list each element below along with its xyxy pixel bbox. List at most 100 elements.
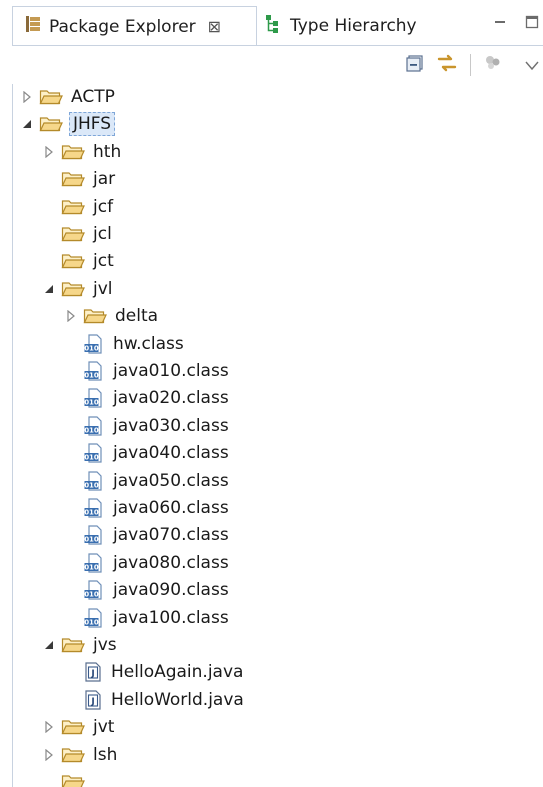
chevron-down-icon[interactable] xyxy=(19,116,35,132)
tree-node-label: jvt xyxy=(93,717,115,738)
tree-file-node[interactable]: 010 java040.class xyxy=(63,440,231,466)
tree-file-node[interactable]: 010 java060.class xyxy=(63,495,231,521)
chevron-down-icon[interactable] xyxy=(41,281,57,297)
project-tree: ACTP JHFS hth jar jcf jcl jct jvl delta 010 hw.cla… xyxy=(12,84,543,787)
tree-node-label: java010.class xyxy=(113,361,229,381)
chevron-right-icon[interactable] xyxy=(19,89,35,105)
folder-open-icon xyxy=(61,636,85,654)
svg-text:010: 010 xyxy=(84,618,99,626)
chevron-down-icon[interactable] xyxy=(41,637,57,653)
class-file-icon: 010 xyxy=(83,333,105,355)
tree-node-label: JHFS xyxy=(69,112,116,137)
tree-folder-node[interactable]: jvt xyxy=(41,714,116,740)
tree-folder-node[interactable]: lsh xyxy=(41,742,119,768)
tree-folder-node[interactable]: jvl xyxy=(41,276,115,302)
collapse-all-icon[interactable] xyxy=(406,54,424,76)
chevron-right-icon[interactable] xyxy=(41,747,57,763)
minimize-icon[interactable] xyxy=(493,14,507,33)
tree-node-label: java040.class xyxy=(113,443,229,464)
svg-text:010: 010 xyxy=(84,481,99,489)
package-explorer-view: Package Explorer ⊠ Type Hierarchy ACTP J… xyxy=(0,0,543,787)
tree-node-label: java050.class xyxy=(113,470,229,491)
link-with-editor-icon[interactable] xyxy=(436,53,458,77)
svg-text:010: 010 xyxy=(84,536,99,544)
tree-file-node[interactable]: 010 java070.class xyxy=(63,522,231,548)
tree-node-label: jvs xyxy=(93,635,117,655)
tree-folder-node[interactable]: ACTP xyxy=(19,84,117,110)
svg-text:010: 010 xyxy=(84,426,99,434)
svg-text:010: 010 xyxy=(84,563,99,571)
tree-file-node[interactable]: 010 java050.class xyxy=(63,468,231,494)
tree-file-node[interactable]: J HelloWorld.java xyxy=(63,687,246,713)
view-menu-icon[interactable] xyxy=(525,56,539,75)
class-file-icon: 010 xyxy=(83,579,105,601)
tab-underline xyxy=(12,45,543,46)
tree-node-label: jcl xyxy=(93,224,112,244)
window-buttons xyxy=(493,14,539,33)
tab-label: Type Hierarchy xyxy=(290,16,417,36)
folder-open-icon xyxy=(61,143,85,161)
svg-text:010: 010 xyxy=(84,399,99,407)
view-tab-bar: Package Explorer ⊠ Type Hierarchy xyxy=(0,0,543,46)
chevron-right-icon[interactable] xyxy=(41,719,57,735)
toolbar-separator xyxy=(470,54,471,76)
tree-folder-node[interactable]: jvs xyxy=(41,632,119,658)
tree-node-label: java020.class xyxy=(113,388,229,409)
svg-text:010: 010 xyxy=(84,591,99,599)
folder-open-icon xyxy=(61,252,85,270)
tree-folder-node-partial xyxy=(41,769,91,787)
tab-type-hierarchy[interactable]: Type Hierarchy xyxy=(258,6,448,46)
tree-file-node[interactable]: 010 java090.class xyxy=(63,577,231,603)
svg-text:010: 010 xyxy=(84,344,99,352)
class-file-icon: 010 xyxy=(83,552,105,574)
tree-node-label: jvl xyxy=(93,278,113,299)
tree-folder-node[interactable]: jcl xyxy=(41,221,114,247)
view-toolbar xyxy=(406,50,539,80)
tab-package-explorer[interactable]: Package Explorer ⊠ xyxy=(12,6,257,46)
tree-folder-node[interactable]: jar xyxy=(41,166,117,192)
chevron-right-icon[interactable] xyxy=(41,144,57,160)
tree-file-node[interactable]: J HelloAgain.java xyxy=(63,659,245,685)
tree-file-node[interactable]: 010 java010.class xyxy=(63,358,231,384)
class-file-icon: 010 xyxy=(83,470,105,492)
tree-file-node[interactable]: 010 java030.class xyxy=(63,413,231,439)
tree-node-label: hw.class xyxy=(113,333,184,354)
class-file-icon: 010 xyxy=(83,442,105,464)
folder-open-icon xyxy=(39,88,63,106)
svg-text:J: J xyxy=(90,669,94,679)
tree-folder-node[interactable]: JHFS xyxy=(19,111,116,137)
folder-open-icon xyxy=(61,746,85,764)
tree-node-label: jct xyxy=(93,251,114,272)
svg-text:010: 010 xyxy=(84,509,99,517)
svg-text:010: 010 xyxy=(84,372,99,380)
tree-file-node[interactable]: 010 java080.class xyxy=(63,550,231,576)
tree-node-label: HelloWorld.java xyxy=(111,689,244,710)
chevron-right-icon[interactable] xyxy=(63,308,79,324)
class-file-icon: 010 xyxy=(83,360,105,382)
tree-folder-node[interactable]: jcf xyxy=(41,194,115,220)
tab-label: Package Explorer xyxy=(49,16,196,37)
tree-file-node[interactable]: 010 hw.class xyxy=(63,331,186,357)
tree-node-label: jar xyxy=(93,169,116,190)
tree-file-node[interactable]: 010 java100.class xyxy=(63,605,231,631)
class-file-icon: 010 xyxy=(83,497,105,519)
svg-text:J: J xyxy=(90,697,94,707)
tree-node-label: java060.class xyxy=(113,498,229,518)
tree-file-node[interactable]: 010 java020.class xyxy=(63,385,231,411)
tree-node-label: java090.class xyxy=(113,580,229,601)
svg-text:010: 010 xyxy=(84,454,99,462)
focus-active-task-icon[interactable] xyxy=(483,54,503,76)
tree-folder-node[interactable]: delta xyxy=(63,303,160,329)
close-icon[interactable]: ⊠ xyxy=(208,17,221,36)
tree-folder-node[interactable]: jct xyxy=(41,248,116,274)
tree-folder-node[interactable]: hth xyxy=(41,139,123,165)
maximize-icon[interactable] xyxy=(525,14,539,33)
